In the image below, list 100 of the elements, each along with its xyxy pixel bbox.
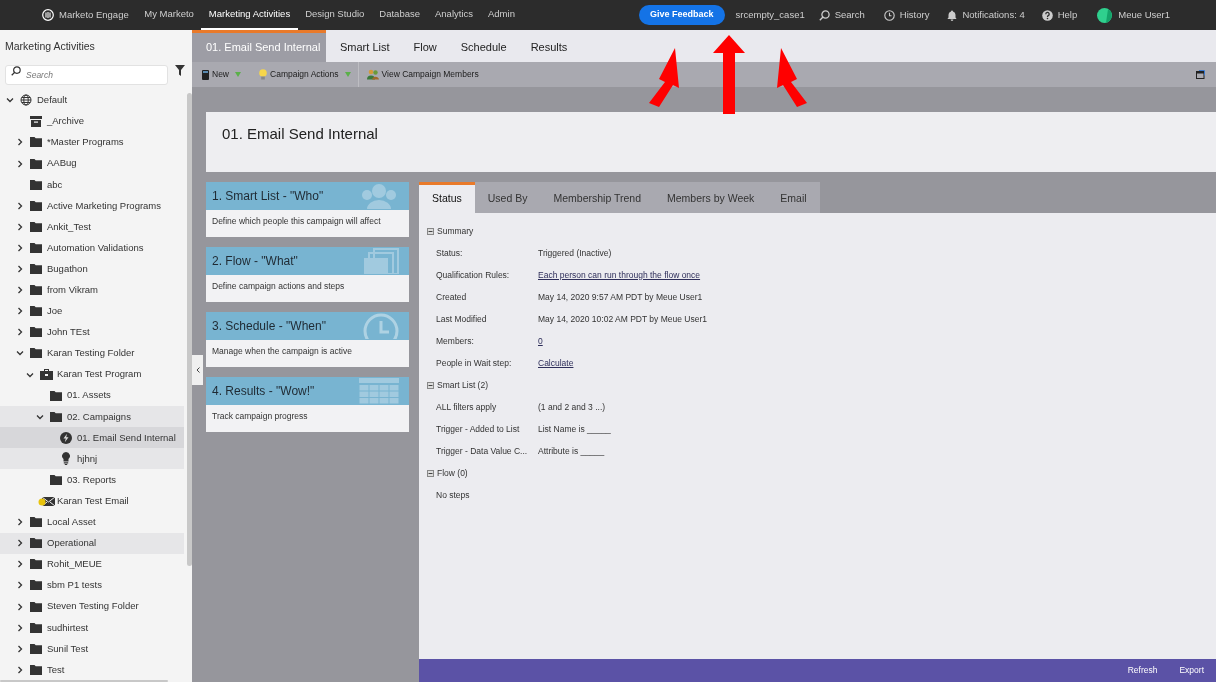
step-card[interactable]: 1. Smart List - "Who" Define which people this campaign will affect — [206, 182, 409, 237]
tree-item[interactable]: Automation Validations — [0, 237, 184, 259]
tree-item-label: Sunil Test — [47, 641, 88, 656]
tree-item[interactable]: Default — [0, 89, 184, 111]
tree-item[interactable]: Active Marketing Programs — [0, 195, 184, 217]
tree-item[interactable]: Rohit_MEUE — [0, 553, 184, 575]
step-card[interactable]: 4. Results - "Wow!" Track campaign progress — [206, 377, 409, 432]
tree-item[interactable]: AABug — [0, 153, 184, 175]
footer-button[interactable]: Refresh — [1127, 664, 1158, 677]
user-menu[interactable]: Meue User1 — [1097, 7, 1170, 23]
nav-link[interactable]: Database — [371, 0, 428, 30]
detail-tab[interactable]: Members by Week — [654, 182, 768, 213]
tree-item-label: Steven Testing Folder — [47, 599, 139, 614]
tree-item[interactable]: 02. Campaigns — [0, 406, 184, 428]
tree-item[interactable]: from Vikram — [0, 279, 184, 301]
toolbar-button[interactable]: Campaign Actions — [245, 62, 358, 87]
history-link[interactable]: History — [883, 7, 930, 23]
chevron-right-icon[interactable] — [16, 307, 24, 316]
tree-item[interactable]: 01. Email Send Internal — [0, 427, 184, 449]
collapse-icon[interactable] — [427, 227, 434, 235]
detail-tab[interactable]: Status — [419, 182, 475, 213]
window-restore-icon[interactable] — [1196, 70, 1205, 79]
tree-item[interactable]: Sunil Test — [0, 638, 184, 660]
chevron-right-icon[interactable] — [16, 138, 24, 147]
tree-item[interactable]: sudhirtest — [0, 617, 184, 639]
step-card[interactable]: 2. Flow - "What" Define campaign actions and steps — [206, 247, 409, 302]
chevron-right-icon[interactable] — [16, 201, 24, 210]
detail-tab[interactable]: Used By — [474, 182, 541, 213]
collapse-icon[interactable] — [427, 381, 434, 389]
tree-item-label: 01. Assets — [67, 388, 111, 403]
chevron-right-icon[interactable] — [16, 581, 24, 590]
chevron-right-icon[interactable] — [16, 265, 24, 274]
chevron-down-icon[interactable] — [26, 370, 34, 379]
nav-link[interactable]: Design Studio — [297, 0, 372, 30]
tree-item[interactable]: abc — [0, 174, 184, 196]
tree-item[interactable]: Karan Test Email — [0, 490, 184, 512]
tree-item[interactable]: 03. Reports — [0, 469, 184, 491]
notifications-link[interactable]: Notifications: 4 — [947, 7, 1025, 23]
feedback-button[interactable]: Give Feedback — [639, 5, 725, 25]
tree-item[interactable]: Operational — [0, 532, 184, 554]
field-link[interactable]: 0 — [538, 334, 543, 348]
tree-item[interactable]: *Master Programs — [0, 131, 184, 154]
chevron-down-icon[interactable] — [36, 412, 44, 421]
campaign-title: 01. Email Send Internal — [222, 124, 378, 144]
tree-item[interactable]: Ankit_Test — [0, 216, 184, 238]
chevron-right-icon[interactable] — [16, 328, 24, 337]
tree-item[interactable]: _Archive — [0, 110, 184, 132]
chevron-down-icon[interactable] — [16, 349, 24, 358]
collapse-handle[interactable] — [192, 355, 203, 385]
chevron-right-icon[interactable] — [16, 518, 24, 527]
footer-button[interactable]: Export — [1179, 664, 1204, 677]
tree-item[interactable]: Test — [0, 659, 184, 681]
horizontal-scrollbar[interactable] — [0, 680, 168, 682]
folder-icon — [30, 538, 42, 549]
chevron-right-icon[interactable] — [16, 560, 24, 569]
tree-item-label: Bugathon — [47, 261, 88, 276]
chevron-right-icon[interactable] — [16, 222, 24, 231]
chevron-right-icon[interactable] — [16, 286, 24, 295]
empty-message: No steps — [436, 488, 470, 502]
field-link[interactable]: Each person can run through the flow once — [538, 268, 701, 282]
step-card[interactable]: 3. Schedule - "When" Manage when the campaign is active — [206, 312, 409, 367]
nav-link[interactable]: Analytics — [427, 0, 481, 30]
tree-item[interactable]: sbm P1 tests — [0, 574, 184, 596]
tree-item-label: 01. Email Send Internal — [77, 430, 176, 445]
folder-icon — [30, 306, 42, 317]
chevron-right-icon[interactable] — [16, 644, 24, 653]
collapse-icon[interactable] — [427, 469, 434, 477]
tree-item[interactable]: Local Asset — [0, 511, 184, 533]
chevron-right-icon[interactable] — [16, 243, 24, 252]
tree-item-label: Automation Validations — [47, 240, 144, 255]
tree-item-label: Test — [47, 662, 65, 677]
chevron-right-icon[interactable] — [16, 623, 24, 632]
field-link[interactable]: Calculate — [538, 356, 574, 370]
tree-item[interactable]: hjhnj — [0, 448, 184, 470]
tree-item[interactable]: Karan Testing Folder — [0, 342, 184, 364]
tree-item[interactable]: Karan Test Program — [0, 363, 184, 386]
nav-link[interactable]: My Marketo — [136, 0, 202, 30]
tree-item[interactable]: John TEst — [0, 321, 184, 343]
tree-item-label: 02. Campaigns — [67, 409, 131, 424]
tree-item[interactable]: 01. Assets — [0, 385, 184, 407]
chevron-right-icon[interactable] — [16, 665, 24, 674]
chevron-down-icon[interactable] — [6, 96, 14, 105]
field-label: Status: — [436, 246, 464, 260]
search-field[interactable]: Search — [5, 64, 168, 85]
help-link[interactable]: Help — [1041, 7, 1078, 23]
vertical-scrollbar[interactable] — [187, 93, 192, 566]
tree-item[interactable]: Bugathon — [0, 258, 184, 280]
toolbar-button[interactable]: New — [202, 62, 245, 87]
search-icon — [818, 9, 830, 21]
search-link[interactable]: Search — [818, 7, 865, 23]
detail-tab[interactable]: Email — [767, 182, 820, 213]
nav-link[interactable]: Admin — [480, 0, 523, 30]
chevron-right-icon[interactable] — [16, 159, 24, 168]
detail-tab[interactable]: Membership Trend — [540, 182, 654, 213]
toolbar-button[interactable]: View Campaign Members — [358, 62, 479, 87]
tree-item[interactable]: Joe — [0, 300, 184, 322]
chevron-right-icon[interactable] — [16, 602, 24, 611]
chevron-right-icon[interactable] — [16, 539, 24, 548]
tree-item[interactable]: Steven Testing Folder — [0, 596, 184, 618]
filter-icon[interactable] — [175, 65, 185, 77]
